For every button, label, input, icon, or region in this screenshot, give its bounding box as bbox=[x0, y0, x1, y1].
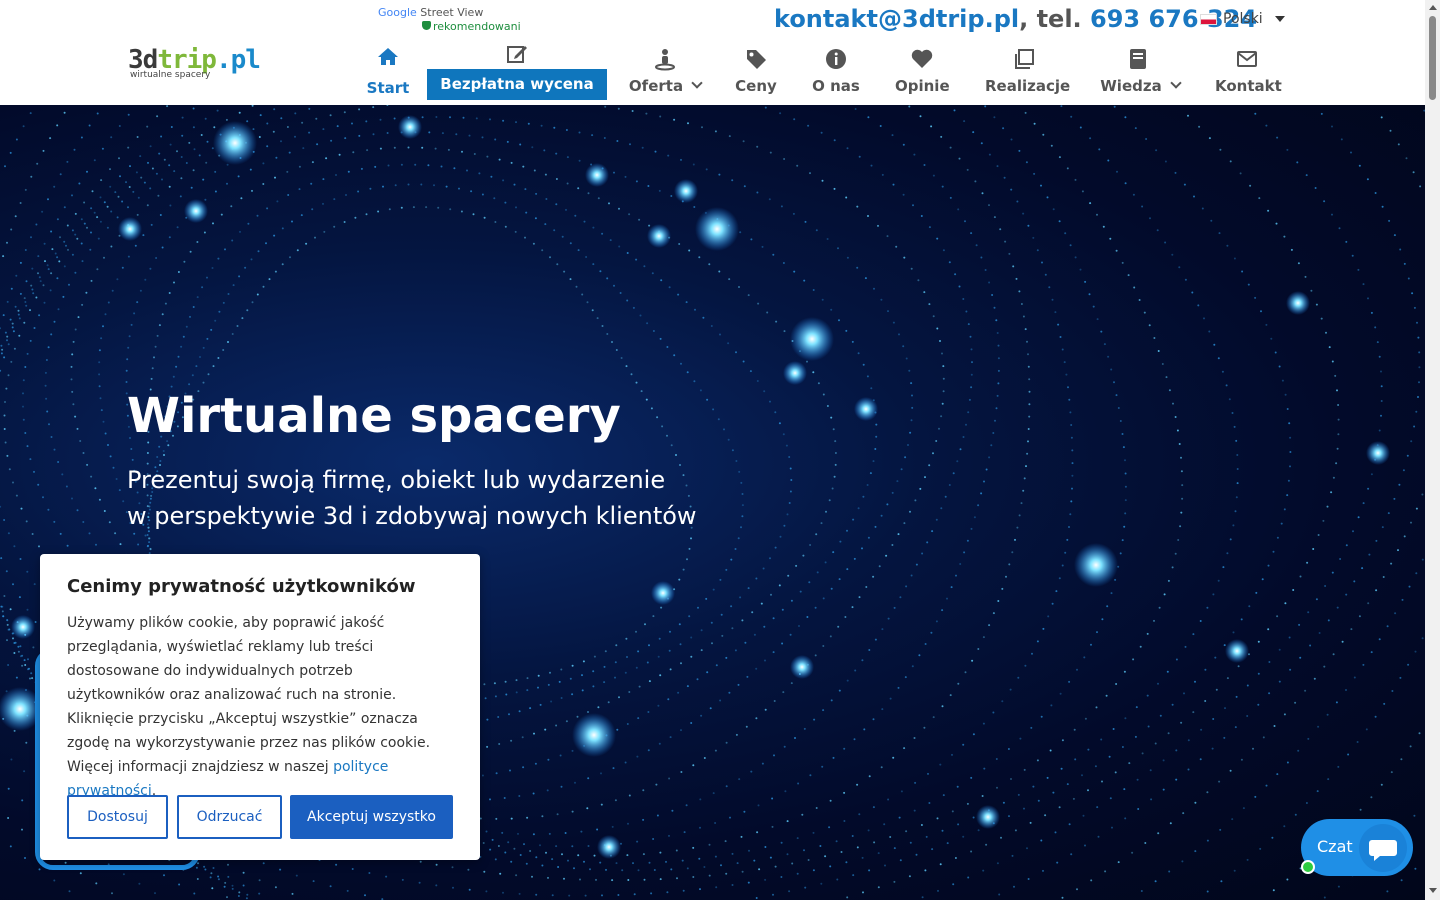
online-status-indicator bbox=[1301, 860, 1315, 874]
site-logo[interactable]: 3dtrip.pl wirtualne spacery bbox=[128, 46, 268, 86]
language-selector[interactable]: Polski bbox=[1200, 11, 1285, 27]
chat-widget-button[interactable]: Czat bbox=[1301, 819, 1413, 876]
info-icon bbox=[826, 49, 846, 69]
chevron-down-icon bbox=[1170, 77, 1182, 89]
cookie-consent-dialog: Cenimy prywatność użytkowników Używamy p… bbox=[40, 554, 480, 860]
scroll-down-arrow-icon[interactable] bbox=[1429, 888, 1437, 893]
cookie-buttons: Dostosuj Odrzucać Akceptuj wszystko bbox=[67, 795, 457, 839]
cookie-title: Cenimy prywatność użytkowników bbox=[67, 576, 416, 597]
reject-button[interactable]: Odrzucać bbox=[177, 795, 282, 839]
hero-title: Wirtualne spacery bbox=[127, 388, 621, 444]
nav-label: Start bbox=[366, 79, 410, 97]
shield-check-icon bbox=[422, 21, 431, 30]
street-view-icon bbox=[655, 49, 675, 71]
heart-icon bbox=[911, 49, 933, 68]
nav-label: Kontakt bbox=[1215, 77, 1282, 95]
nav-item-start[interactable]: Start bbox=[363, 45, 413, 103]
scrollbar-thumb[interactable] bbox=[1429, 16, 1436, 100]
logo-part-pl: .pl bbox=[215, 45, 261, 75]
nav-label: Oferta bbox=[628, 77, 684, 95]
poland-flag-icon bbox=[1200, 13, 1217, 25]
nav-item-offer[interactable]: Oferta bbox=[625, 47, 705, 105]
contact-line: kontakt@3dtrip.pl, tel. 693 676 324 bbox=[774, 5, 1257, 33]
scroll-up-arrow-icon[interactable] bbox=[1429, 5, 1437, 10]
nav-item-contact[interactable]: Kontakt bbox=[1215, 47, 1282, 105]
language-label: Polski bbox=[1223, 11, 1263, 27]
nav-item-reviews[interactable]: Opinie bbox=[895, 47, 950, 105]
customize-button[interactable]: Dostosuj bbox=[67, 795, 168, 839]
hero-subtitle-line: Prezentuj swoją firmę, obiekt lub wydarz… bbox=[127, 466, 666, 494]
hero-subtitle-line: w perspektywie 3d i zdobywaj nowych klie… bbox=[127, 502, 697, 530]
tag-icon bbox=[747, 50, 766, 69]
nav-item-prices[interactable]: Ceny bbox=[734, 47, 778, 105]
street-view-label: Street View bbox=[416, 6, 484, 19]
chevron-down-icon bbox=[691, 77, 703, 89]
nav-item-free-quote[interactable]: Bezpłatna wycena bbox=[427, 69, 607, 100]
book-icon bbox=[1130, 49, 1146, 69]
home-icon bbox=[378, 48, 398, 65]
nav-item-portfolio[interactable]: Realizacje bbox=[985, 47, 1071, 105]
nav-label: Realizacje bbox=[985, 77, 1071, 95]
site-header: 3dtrip.pl wirtualne spacery Google Stree… bbox=[0, 0, 1425, 105]
chat-label: Czat bbox=[1317, 837, 1353, 856]
chat-bubble-icon bbox=[1359, 824, 1407, 872]
nav-item-about[interactable]: O nas bbox=[812, 47, 860, 105]
contact-email-link[interactable]: kontakt@3dtrip.pl bbox=[774, 5, 1019, 33]
cookie-body: Używamy plików cookie, aby poprawić jako… bbox=[67, 615, 431, 775]
google-street-view-badge[interactable]: Google Street View rekomendowani bbox=[378, 6, 528, 36]
page-scrollbar[interactable] bbox=[1425, 0, 1440, 900]
nav-label: O nas bbox=[812, 77, 860, 95]
cookie-text: Używamy plików cookie, aby poprawić jako… bbox=[67, 611, 453, 803]
envelope-icon bbox=[1237, 51, 1257, 67]
google-brand: Google bbox=[378, 6, 417, 19]
nav-label: Ceny bbox=[735, 77, 777, 95]
contact-separator: , tel. bbox=[1019, 5, 1091, 33]
accept-all-button[interactable]: Akceptuj wszystko bbox=[290, 795, 453, 839]
caret-down-icon bbox=[1274, 16, 1285, 22]
nav-label: Opinie bbox=[895, 77, 950, 95]
recommended-label: rekomendowani bbox=[433, 20, 521, 33]
edit-icon bbox=[507, 46, 527, 63]
nav-item-knowledge[interactable]: Wiedza bbox=[1100, 47, 1182, 105]
clone-icon bbox=[1015, 49, 1034, 69]
hero-subtitle: Prezentuj swoją firmę, obiekt lub wydarz… bbox=[127, 462, 697, 534]
nav-label: Wiedza bbox=[1100, 77, 1162, 95]
